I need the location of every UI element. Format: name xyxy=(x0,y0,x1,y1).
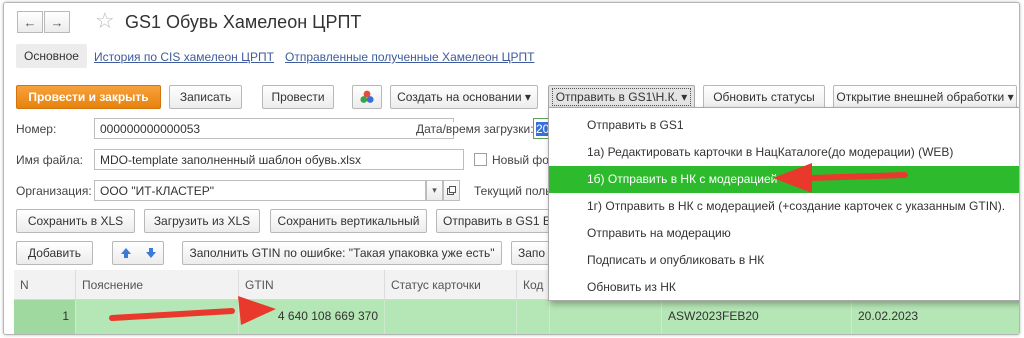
red-arrow-icon xyxy=(109,296,276,325)
red-arrow-icon xyxy=(773,163,908,193)
annotation-arrows xyxy=(109,163,908,325)
